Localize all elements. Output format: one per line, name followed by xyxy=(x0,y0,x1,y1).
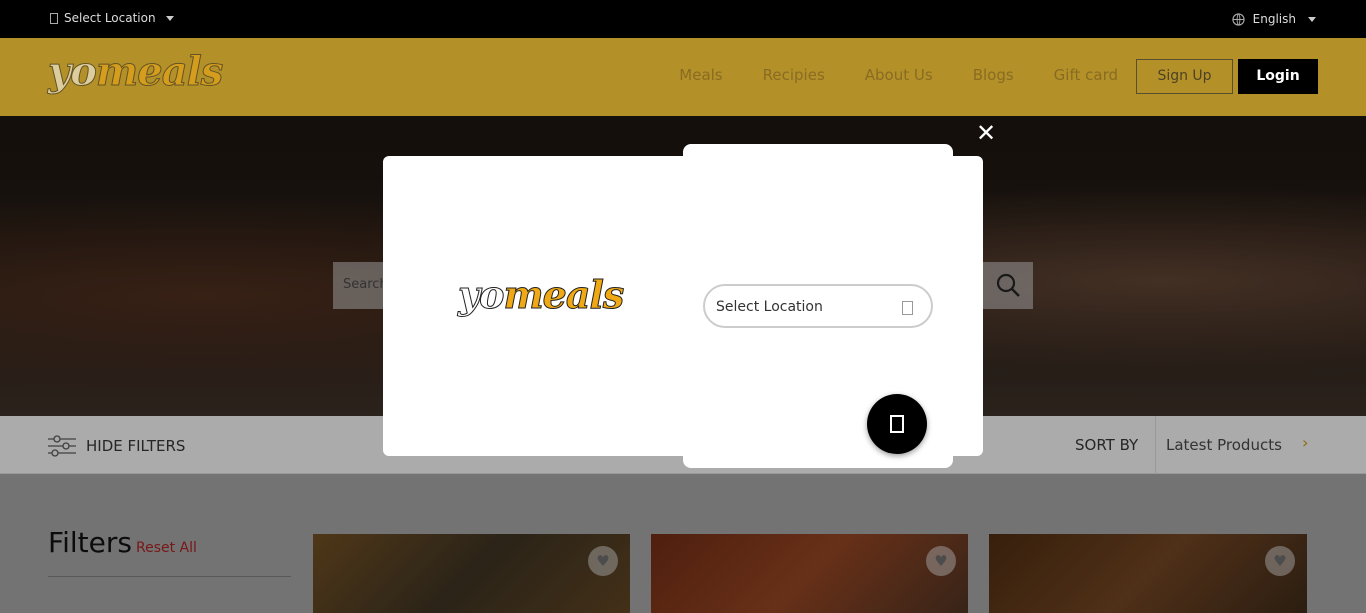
logo-meals-text: meals xyxy=(503,272,625,318)
location-icon xyxy=(902,301,913,315)
location-select[interactable]: Select Location xyxy=(703,284,933,328)
globe-icon xyxy=(1232,12,1245,26)
login-button[interactable]: Login xyxy=(1238,59,1318,94)
confirm-location-button[interactable] xyxy=(867,394,927,454)
nav-blogs[interactable]: Blogs xyxy=(973,66,1014,84)
logo-yo-text: yo xyxy=(457,272,504,318)
location-icon xyxy=(890,415,904,433)
top-location-label: Select Location xyxy=(64,11,156,25)
top-bar: Select Location English xyxy=(0,0,1366,38)
logo-yo-text: yo xyxy=(48,48,98,96)
nav-gift-card[interactable]: Gift card xyxy=(1054,66,1118,84)
site-header: yomeals Meals Recipies About Us Blogs Gi… xyxy=(0,38,1366,116)
nav-about-us[interactable]: About Us xyxy=(865,66,933,84)
nav-meals[interactable]: Meals xyxy=(679,66,722,84)
location-icon xyxy=(50,12,58,24)
location-select-placeholder: Select Location xyxy=(716,299,823,315)
language-selector[interactable]: English xyxy=(1232,12,1316,26)
modal-logo: yomeals xyxy=(457,272,625,318)
logo-meals-text: meals xyxy=(95,48,223,96)
language-label: English xyxy=(1252,12,1296,26)
chevron-down-icon xyxy=(1308,16,1316,22)
nav-recipies[interactable]: Recipies xyxy=(763,66,825,84)
site-logo[interactable]: yomeals xyxy=(48,48,224,96)
top-location-selector[interactable]: Select Location xyxy=(50,11,174,25)
chevron-down-icon xyxy=(165,15,174,21)
main-nav: Meals Recipies About Us Blogs Gift card xyxy=(679,66,1118,84)
close-icon[interactable]: ✕ xyxy=(974,121,998,145)
signup-button[interactable]: Sign Up xyxy=(1136,59,1233,94)
